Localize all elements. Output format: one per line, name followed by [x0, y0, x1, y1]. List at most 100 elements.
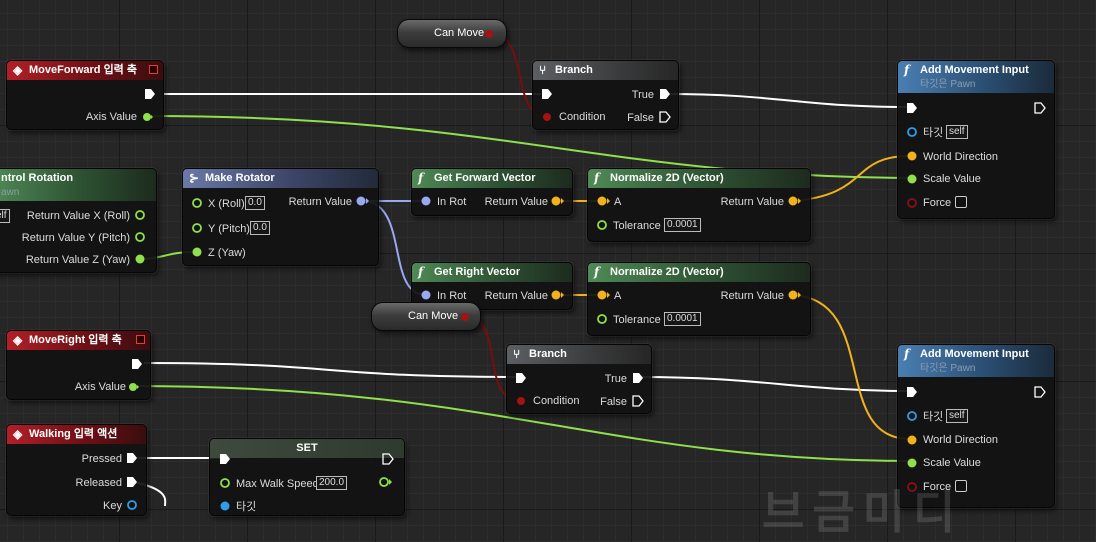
yaw-pin-icon[interactable] [191, 246, 203, 258]
bool-pin-icon[interactable] [460, 312, 470, 322]
get-forward-vector-node[interactable]: f Get Forward Vector In Rot Return Value [411, 168, 573, 216]
scale-value-pin-icon[interactable] [906, 457, 918, 469]
node-subtitle: 타깃은 Pawn [920, 79, 976, 90]
y-pitch-value[interactable]: 0.0 [250, 221, 270, 235]
rotator-out-pin-icon[interactable] [355, 195, 369, 207]
target-value[interactable]: self [946, 125, 968, 139]
target-pin-icon[interactable] [906, 410, 918, 422]
function-icon: f [904, 63, 910, 77]
return-value-label: Return Value [720, 290, 784, 302]
return-value-label: Return Value [720, 196, 784, 208]
bool-pin-icon[interactable] [484, 29, 494, 39]
in-rot-label: In Rot [437, 290, 467, 302]
exec-released-pin-icon[interactable] [126, 476, 138, 488]
node-header[interactable]: f Normalize 2D (Vector) [588, 263, 810, 282]
moveforward-input-axis-node[interactable]: ◈ MoveForward 입력 축 Axis Value [6, 60, 164, 130]
target-value[interactable]: self [946, 409, 968, 423]
target-label: 타깃 [923, 127, 944, 139]
condition-pin-icon[interactable] [541, 111, 553, 123]
target-pin-icon[interactable] [906, 126, 918, 138]
tolerance-pin-icon[interactable] [596, 313, 608, 325]
exec-false-pin-icon[interactable] [632, 395, 644, 407]
walking-input-action-node[interactable]: ◈ Walking 입력 액션 Pressed Released Key [6, 424, 147, 516]
world-direction-pin-icon[interactable] [906, 150, 918, 162]
exec-in-pin-icon[interactable] [541, 88, 553, 100]
float-out-pin-icon[interactable] [378, 476, 392, 488]
vector-out-pin-icon[interactable] [787, 195, 801, 207]
exec-false-pin-icon[interactable] [659, 111, 671, 123]
vector-in-pin-icon[interactable] [596, 195, 610, 207]
a-label: A [614, 196, 622, 208]
exec-in-pin-icon[interactable] [219, 453, 231, 465]
exec-true-pin-icon[interactable] [659, 88, 671, 100]
node-title: Walking 입력 액션 [29, 428, 118, 440]
exec-out-pin-icon[interactable] [1034, 386, 1046, 398]
vector-out-pin-icon[interactable] [550, 195, 564, 207]
delegate-pin-icon[interactable] [149, 65, 158, 74]
max-walk-speed-value[interactable]: 200.0 [316, 476, 348, 490]
float-out-pin-icon[interactable] [141, 111, 153, 123]
rotator-in-pin-icon[interactable] [420, 289, 432, 301]
branch-node-mid[interactable]: ⑂ Branch True Condition False [506, 344, 652, 414]
exec-out-pin-icon[interactable] [144, 88, 156, 100]
axis-value-label: Axis Value [74, 381, 126, 393]
roll-pin-icon[interactable] [191, 197, 203, 209]
key-pin-icon[interactable] [126, 499, 138, 511]
condition-pin-icon[interactable] [515, 395, 527, 407]
tolerance-pin-icon[interactable] [596, 219, 608, 231]
node-header[interactable]: f Add Movement Input 타깃은 Pawn [898, 61, 1054, 93]
max-walk-speed-pin-icon[interactable] [219, 477, 231, 489]
rotator-in-pin-icon[interactable] [420, 195, 432, 207]
make-rotator-node[interactable]: ⊱ Make Rotator X (Roll) 0.0 Y (Pitch) 0.… [182, 168, 379, 266]
force-checkbox[interactable] [955, 196, 967, 208]
tolerance-value[interactable]: 0.0001 [664, 218, 701, 232]
vector-out-pin-icon[interactable] [787, 289, 801, 301]
target-value[interactable]: elf [0, 209, 10, 223]
exec-out-pin-icon[interactable] [1034, 102, 1046, 114]
exec-out-pin-icon[interactable] [382, 453, 394, 465]
add-movement-input-node-top[interactable]: f Add Movement Input 타깃은 Pawn 타깃 self Wo… [897, 60, 1055, 219]
tolerance-value[interactable]: 0.0001 [664, 312, 701, 326]
node-header[interactable]: ◈ MoveRight 입력 축 [7, 331, 150, 350]
node-header[interactable]: f Get Right Vector [412, 263, 572, 282]
node-header[interactable]: f Get Forward Vector [412, 169, 572, 188]
normalize-2d-node-top[interactable]: f Normalize 2D (Vector) A Return Value T… [587, 168, 811, 242]
node-title: Make Rotator [205, 172, 275, 184]
node-header[interactable]: ◈ MoveForward 입력 축 [7, 61, 163, 80]
x-roll-value[interactable]: 0.0 [245, 196, 265, 210]
moveright-input-axis-node[interactable]: ◈ MoveRight 입력 축 Axis Value [6, 330, 151, 400]
node-header[interactable]: f Normalize 2D (Vector) [588, 169, 810, 188]
pitch-pin-icon[interactable] [191, 222, 203, 234]
exec-out-pin-icon[interactable] [131, 358, 143, 370]
get-control-rotation-node[interactable]: ntrol Rotation awn elf Return Value X (R… [0, 168, 157, 273]
target-pin-icon[interactable] [219, 500, 231, 512]
can-move-getter-top[interactable]: Can Move [397, 19, 507, 48]
exec-true-pin-icon[interactable] [632, 372, 644, 384]
exec-in-pin-icon[interactable] [906, 102, 918, 114]
world-direction-pin-icon[interactable] [906, 434, 918, 446]
node-header[interactable]: ⊱ Make Rotator [183, 169, 378, 188]
exec-in-pin-icon[interactable] [515, 372, 527, 384]
exec-pressed-pin-icon[interactable] [126, 452, 138, 464]
node-header[interactable]: ⑂ Branch [507, 345, 651, 364]
scale-value-pin-icon[interactable] [906, 173, 918, 185]
normalize-2d-node-mid[interactable]: f Normalize 2D (Vector) A Return Value T… [587, 262, 811, 336]
node-header[interactable]: ⑂ Branch [533, 61, 678, 80]
node-header[interactable]: SET [210, 439, 404, 458]
node-header[interactable]: f Add Movement Input 타깃은 Pawn [898, 345, 1054, 377]
exec-in-pin-icon[interactable] [906, 386, 918, 398]
set-max-walk-speed-node[interactable]: SET Max Walk Speed 200.0 타깃 [209, 438, 405, 516]
float-out-pin-icon[interactable] [134, 209, 146, 221]
branch-node-top[interactable]: ⑂ Branch True Condition False [532, 60, 679, 130]
can-move-getter-mid[interactable]: Can Move [371, 302, 481, 331]
delegate-pin-icon[interactable] [136, 335, 145, 344]
force-pin-icon[interactable] [906, 197, 918, 209]
float-out-pin-icon[interactable] [134, 253, 146, 265]
vector-out-pin-icon[interactable] [550, 289, 564, 301]
float-out-pin-icon[interactable] [127, 381, 139, 393]
node-header[interactable]: ◈ Walking 입력 액션 [7, 425, 146, 444]
node-header[interactable]: ntrol Rotation awn [0, 169, 156, 201]
vector-in-pin-icon[interactable] [596, 289, 610, 301]
float-out-pin-icon[interactable] [134, 231, 146, 243]
scale-value-label: Scale Value [923, 457, 981, 469]
